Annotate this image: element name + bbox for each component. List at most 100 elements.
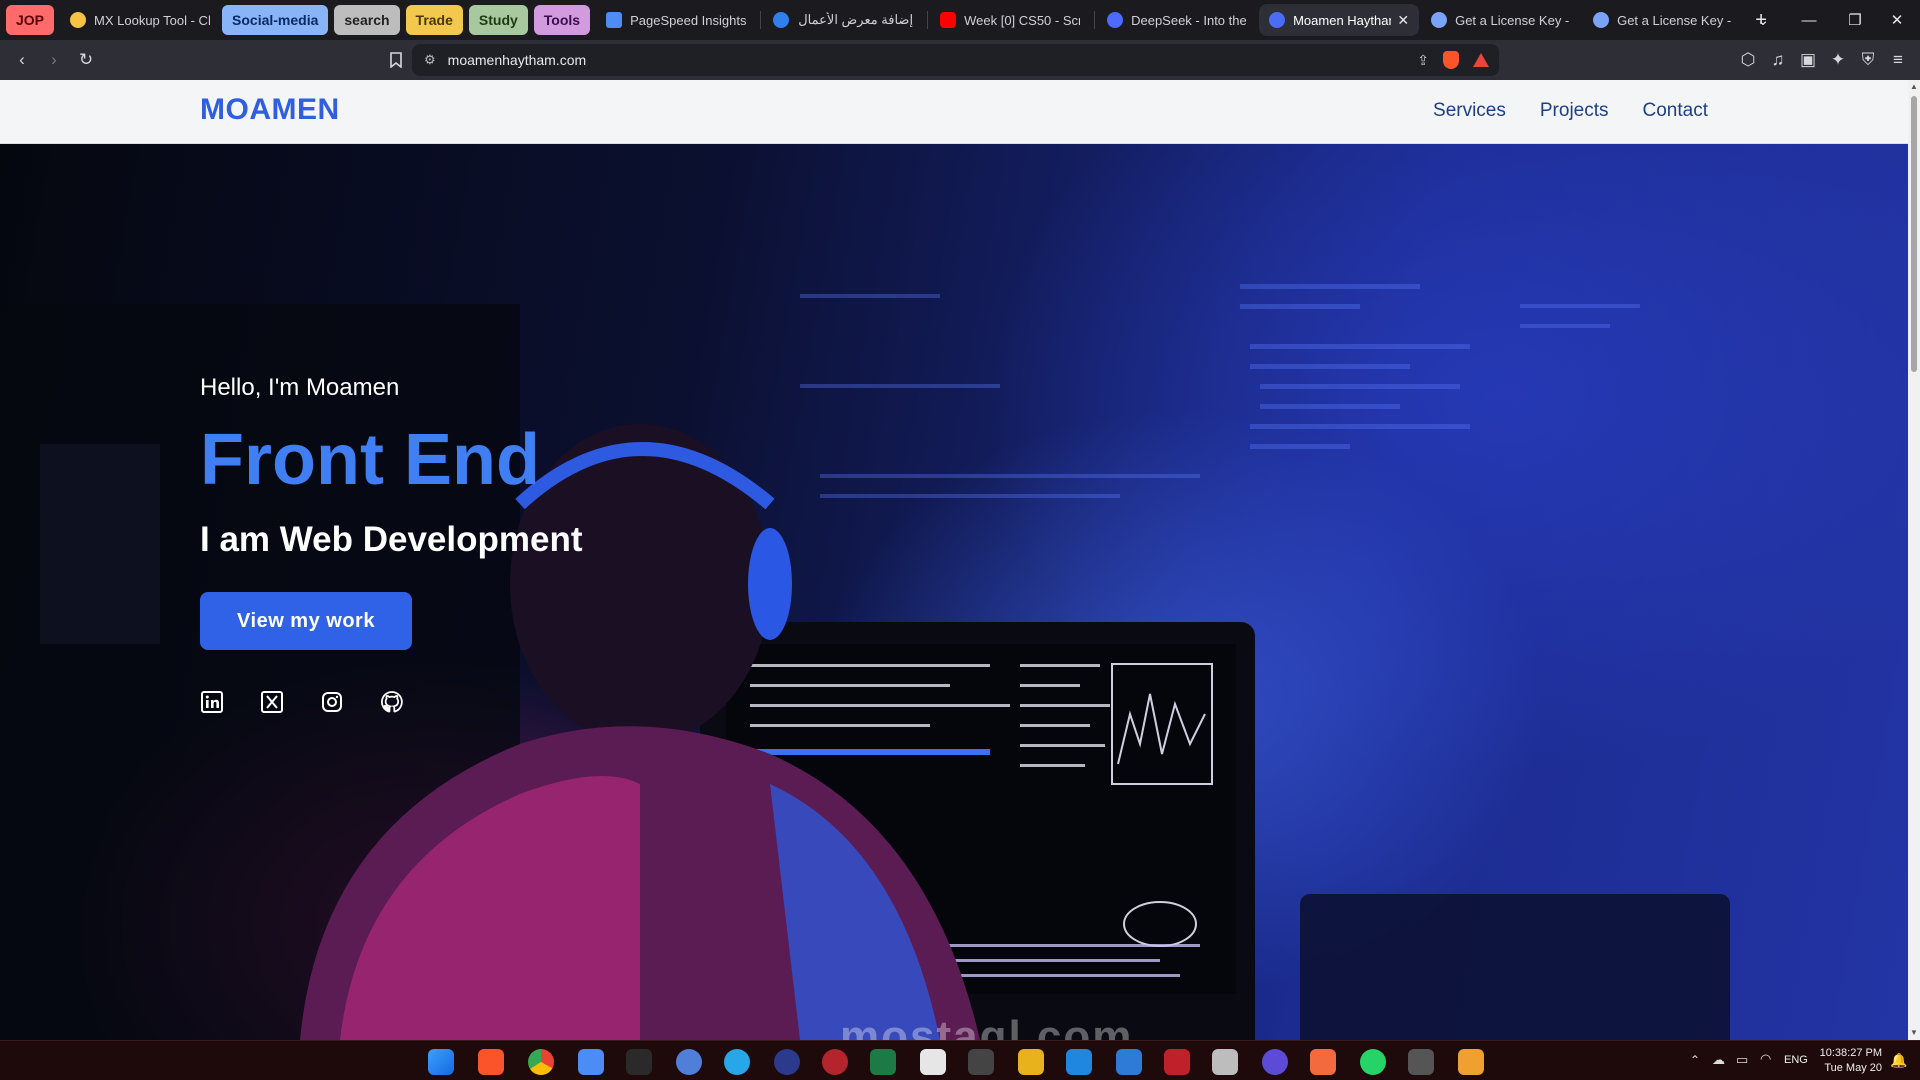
nav-contact[interactable]: Contact (1643, 100, 1708, 122)
github-icon[interactable] (380, 690, 404, 714)
tab-group-study[interactable]: Study (469, 5, 528, 35)
tab-moamen-haytham[interactable]: Moamen Haytham ✕ (1259, 4, 1419, 36)
windows-taskbar: ⌃ ☁ ▭ ◠ ENG 10:38:27 PM Tue May 20 🔔 (0, 1040, 1920, 1080)
tab-group-label: JOP (16, 12, 44, 28)
media-icon[interactable]: ♫ (1762, 44, 1794, 76)
app-icon[interactable] (1458, 1049, 1484, 1075)
brave-rewards-icon[interactable] (1473, 53, 1489, 67)
store-icon[interactable] (1212, 1049, 1238, 1075)
tab-group-tools[interactable]: Tools (534, 5, 590, 35)
telegram-icon[interactable] (724, 1049, 750, 1075)
url-text[interactable]: moamenhaytham.com (448, 52, 587, 68)
mostaql-icon (773, 12, 789, 28)
tab-label: Get a License Key - D (1455, 13, 1571, 28)
nav-projects[interactable]: Projects (1540, 100, 1609, 122)
site-info-icon[interactable]: ⚙ (424, 52, 436, 68)
scroll-up-icon[interactable]: ▲ (1908, 80, 1920, 94)
app-icon[interactable] (676, 1049, 702, 1075)
bookmark-icon[interactable] (380, 44, 412, 76)
excel-icon[interactable] (870, 1049, 896, 1075)
forward-icon[interactable]: › (38, 44, 70, 76)
page-scrollbar[interactable]: ▲ ▼ (1908, 80, 1920, 1040)
brave-shields-icon[interactable] (1443, 51, 1459, 69)
site-header: MOAMEN Services Projects Contact (0, 80, 1908, 144)
tab-separator (760, 11, 761, 29)
scrollbar-thumb[interactable] (1911, 96, 1917, 372)
app-grid-icon[interactable] (968, 1049, 994, 1075)
nav-services[interactable]: Services (1433, 100, 1506, 122)
cloud-icon[interactable]: ☁ (1712, 1052, 1725, 1068)
tab-group-label: Trade (416, 12, 453, 28)
brand-logo[interactable]: MOAMEN (200, 93, 340, 127)
language-indicator[interactable]: ENG (1784, 1054, 1808, 1066)
brave-app-icon[interactable] (478, 1049, 504, 1075)
restore-icon[interactable]: ❐ (1832, 0, 1878, 40)
tab-label: PageSpeed Insights (630, 13, 746, 28)
tab-deepseek[interactable]: DeepSeek - Into the U (1097, 4, 1257, 36)
scroll-down-icon[interactable]: ▼ (1908, 1026, 1920, 1040)
leo-ai-icon[interactable]: ✦ (1822, 44, 1854, 76)
tab-group-search[interactable]: search (334, 5, 399, 35)
view-my-work-button[interactable]: View my work (200, 592, 412, 650)
tab-separator (1094, 11, 1095, 29)
tab-group-label: Tools (544, 12, 580, 28)
app-icon[interactable] (1164, 1049, 1190, 1075)
menu-icon[interactable]: ≡ (1882, 44, 1914, 76)
tab-group-jop[interactable]: JOP (6, 5, 54, 35)
tab-license-key-2[interactable]: Get a License Key - D (1583, 4, 1743, 36)
reload-icon[interactable]: ↻ (70, 44, 102, 76)
app-icon[interactable] (626, 1049, 652, 1075)
whatsapp-icon[interactable] (1360, 1049, 1386, 1075)
hero-subtitle: I am Web Development (200, 520, 583, 560)
tab-group-social-media[interactable]: Social-media (222, 5, 328, 35)
chrome-app-icon[interactable] (528, 1049, 554, 1075)
app-icon[interactable] (822, 1049, 848, 1075)
clock[interactable]: 10:38:27 PM Tue May 20 (1820, 1046, 1882, 1076)
minimize-icon[interactable]: — (1786, 0, 1832, 40)
app-icon[interactable] (1310, 1049, 1336, 1075)
tab-strip: JOP MX Lookup Tool - Ch Social-media sea… (0, 0, 1920, 40)
file-explorer-icon[interactable] (578, 1049, 604, 1075)
app-icon[interactable] (1116, 1049, 1142, 1075)
pdf-app-icon[interactable] (920, 1049, 946, 1075)
close-icon[interactable]: ✕ (1397, 12, 1409, 29)
linkedin-icon[interactable] (200, 690, 224, 714)
notification-bell-icon[interactable]: 🔔 (1890, 1052, 1907, 1069)
globe-icon (1431, 12, 1447, 28)
share-icon[interactable]: ⇪ (1417, 52, 1429, 69)
back-icon[interactable]: ‹ (6, 44, 38, 76)
extensions-icon[interactable]: ⬡ (1732, 44, 1764, 76)
vscode-icon[interactable] (1066, 1049, 1092, 1075)
youtube-icon (940, 12, 956, 28)
wifi-icon[interactable]: ◠ (1760, 1051, 1771, 1067)
app-icon[interactable] (1408, 1049, 1434, 1075)
tab-pagespeed[interactable]: PageSpeed Insights (596, 4, 756, 36)
app-icon[interactable] (1262, 1049, 1288, 1075)
close-window-icon[interactable]: ✕ (1874, 0, 1920, 40)
deepseek-icon (1107, 12, 1123, 28)
x-icon[interactable] (260, 690, 284, 714)
tab-mx-lookup[interactable]: MX Lookup Tool - Ch (60, 4, 220, 36)
tab-mostaql[interactable]: إضافة معرض الأعمال | (763, 4, 923, 36)
tab-group-trade[interactable]: Trade (406, 5, 463, 35)
tab-group-label: search (344, 12, 389, 28)
battery-icon[interactable]: ▭ (1736, 1052, 1748, 1068)
clock-date: Tue May 20 (1820, 1061, 1882, 1076)
chevron-up-icon[interactable]: ⌃ (1690, 1053, 1700, 1067)
tab-label: DeepSeek - Into the U (1131, 13, 1247, 28)
tab-search-icon[interactable]: ⌄ (1740, 0, 1786, 40)
tab-label: Moamen Haytham (1293, 13, 1391, 28)
address-bar[interactable]: ⚙ moamenhaytham.com ⇪ (412, 44, 1499, 76)
clock-time: 10:38:27 PM (1820, 1046, 1882, 1061)
browser-toolbar: ‹ › ↻ ⚙ moamenhaytham.com ⇪ ⬡ ♫ ▣ ✦ ⛨ ≡ (0, 40, 1920, 80)
pagespeed-icon (606, 12, 622, 28)
app-icon[interactable] (774, 1049, 800, 1075)
site-nav: Services Projects Contact (1433, 100, 1708, 122)
vpn-icon[interactable]: ⛨ (1852, 44, 1884, 76)
tab-cs50[interactable]: Week [0] CS50 - Scrat (930, 4, 1090, 36)
instagram-icon[interactable] (320, 690, 344, 714)
tab-license-key-1[interactable]: Get a License Key - D (1421, 4, 1581, 36)
wallet-icon[interactable]: ▣ (1792, 44, 1824, 76)
app-icon[interactable] (1018, 1049, 1044, 1075)
start-menu-icon[interactable] (428, 1049, 454, 1075)
